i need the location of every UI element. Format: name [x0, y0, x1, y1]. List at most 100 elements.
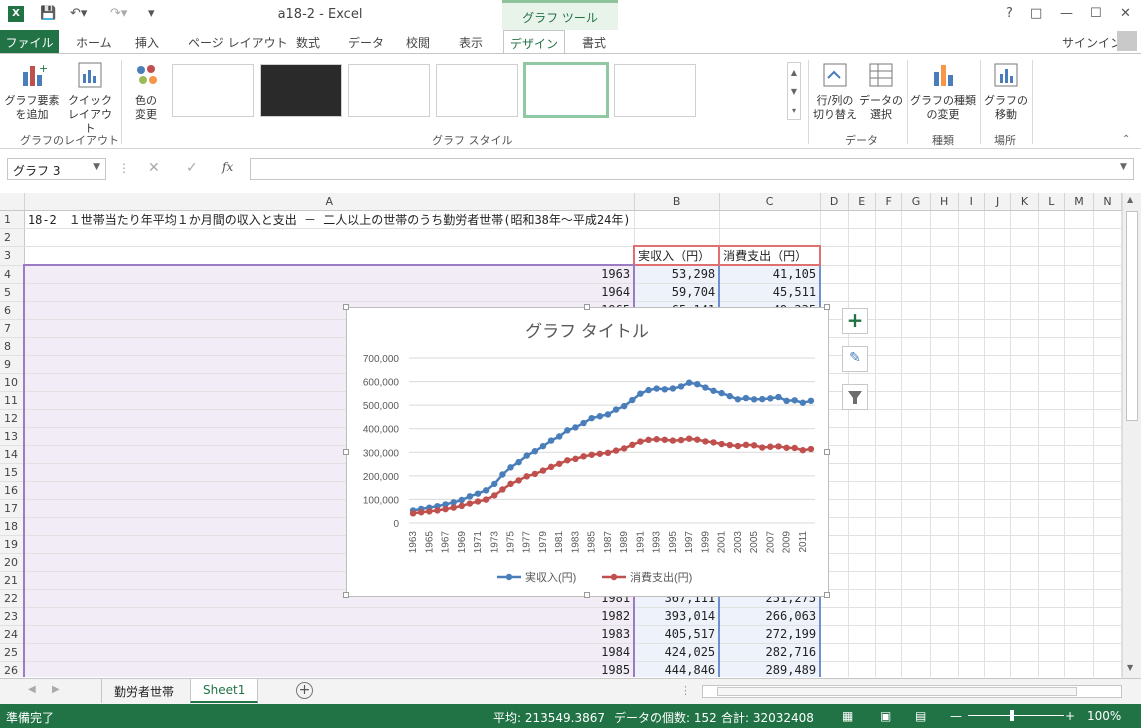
cell[interactable]: [901, 589, 931, 608]
cell[interactable]: [1038, 643, 1066, 662]
cell[interactable]: [875, 283, 903, 302]
cell[interactable]: [1064, 210, 1094, 229]
cell[interactable]: [1010, 391, 1039, 410]
cell[interactable]: [1064, 409, 1094, 428]
cell[interactable]: [958, 210, 985, 229]
cell[interactable]: [875, 463, 903, 482]
tab-design[interactable]: デザイン: [503, 30, 565, 54]
cell[interactable]: [901, 643, 931, 662]
cell[interactable]: [958, 319, 985, 338]
cell[interactable]: [1038, 535, 1066, 554]
cell[interactable]: [719, 228, 821, 247]
row-header[interactable]: 3: [0, 246, 25, 266]
cell[interactable]: [848, 481, 876, 500]
cell[interactable]: [930, 517, 959, 536]
cell[interactable]: [1038, 283, 1066, 302]
cell[interactable]: [875, 607, 903, 626]
cell[interactable]: [901, 499, 931, 518]
cell[interactable]: [930, 319, 959, 338]
cell[interactable]: [820, 643, 849, 662]
tab-page-layout[interactable]: ページ レイアウト: [188, 34, 288, 51]
close-icon[interactable]: ✕: [1120, 6, 1131, 21]
cell[interactable]: [848, 571, 876, 590]
cell[interactable]: [820, 228, 849, 247]
signin-link[interactable]: サインイン: [1062, 34, 1122, 51]
move-chart-button[interactable]: グラフの 移動: [984, 60, 1028, 122]
cell[interactable]: [1093, 517, 1122, 536]
row-header[interactable]: 10: [0, 373, 25, 392]
cell[interactable]: [930, 445, 959, 464]
cell[interactable]: [848, 210, 876, 229]
zoom-slider[interactable]: [968, 715, 1064, 716]
cell[interactable]: [984, 283, 1012, 302]
cell[interactable]: [1093, 301, 1122, 320]
cell[interactable]: [1038, 391, 1066, 410]
income-cell[interactable]: 444,846: [634, 661, 721, 677]
cell[interactable]: [984, 625, 1012, 644]
row-header[interactable]: 7: [0, 319, 25, 338]
cell[interactable]: [1064, 319, 1094, 338]
cell[interactable]: [1064, 553, 1094, 572]
cell[interactable]: [930, 481, 959, 500]
cell[interactable]: [1064, 661, 1094, 677]
cell[interactable]: [958, 301, 985, 320]
cell[interactable]: [901, 246, 931, 266]
cell[interactable]: [901, 301, 931, 320]
cell[interactable]: [1010, 427, 1039, 446]
cell[interactable]: [930, 246, 959, 266]
column-header[interactable]: A: [24, 193, 635, 211]
cell[interactable]: [1010, 283, 1039, 302]
cell[interactable]: [1093, 319, 1122, 338]
cell[interactable]: [875, 319, 903, 338]
cell[interactable]: [1064, 499, 1094, 518]
cell[interactable]: [1038, 607, 1066, 626]
cell[interactable]: [1010, 625, 1039, 644]
cell[interactable]: [958, 643, 985, 662]
column-header[interactable]: M: [1064, 193, 1094, 211]
cell[interactable]: [930, 535, 959, 554]
cell[interactable]: [1038, 228, 1066, 247]
cell[interactable]: [930, 643, 959, 662]
cell[interactable]: [1064, 283, 1094, 302]
cell[interactable]: [1010, 319, 1039, 338]
chart-style-4[interactable]: [436, 64, 518, 117]
row-header[interactable]: 14: [0, 445, 25, 464]
cell[interactable]: [901, 607, 931, 626]
cell[interactable]: [820, 661, 849, 677]
cell[interactable]: [848, 661, 876, 677]
cell[interactable]: [1064, 463, 1094, 482]
column-header[interactable]: J: [984, 193, 1012, 211]
scroll-thumb[interactable]: [1126, 211, 1138, 421]
cell[interactable]: [930, 571, 959, 590]
cell[interactable]: [930, 337, 959, 356]
scroll-down-icon[interactable]: ▼: [1127, 663, 1133, 672]
cell[interactable]: [984, 319, 1012, 338]
cell[interactable]: [1093, 571, 1122, 590]
cell[interactable]: [820, 210, 849, 229]
cell[interactable]: [1093, 499, 1122, 518]
horizontal-scrollbar[interactable]: [702, 685, 1122, 698]
cell[interactable]: [820, 607, 849, 626]
row-header[interactable]: 16: [0, 481, 25, 500]
cell[interactable]: [901, 427, 931, 446]
cell[interactable]: [875, 481, 903, 500]
cell[interactable]: [875, 391, 903, 410]
cell[interactable]: [1010, 228, 1039, 247]
cell[interactable]: [901, 355, 931, 374]
cell[interactable]: [1093, 643, 1122, 662]
cell[interactable]: [930, 228, 959, 247]
column-header[interactable]: G: [901, 193, 931, 211]
cell[interactable]: [1010, 265, 1039, 284]
cell[interactable]: [848, 228, 876, 247]
cell[interactable]: [984, 427, 1012, 446]
header-cell-income[interactable]: 実収入（円）: [633, 245, 721, 266]
cell[interactable]: [1038, 337, 1066, 356]
cell[interactable]: [24, 228, 635, 247]
cell[interactable]: [984, 246, 1012, 266]
cell[interactable]: [984, 643, 1012, 662]
cell[interactable]: [984, 463, 1012, 482]
cell[interactable]: [901, 553, 931, 572]
ribbon-display-icon[interactable]: □: [1030, 6, 1042, 21]
cell[interactable]: [930, 427, 959, 446]
quick-layout-button[interactable]: クイック レイアウト: [64, 60, 116, 136]
